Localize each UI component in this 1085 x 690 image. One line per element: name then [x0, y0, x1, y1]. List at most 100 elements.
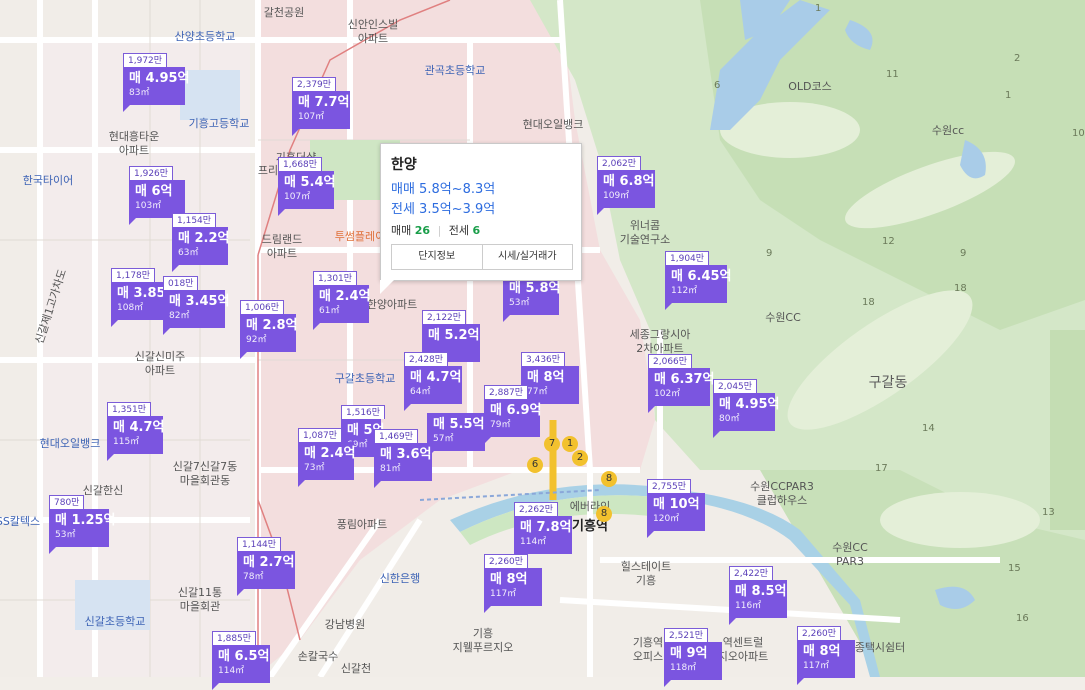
- place-label[interactable]: 아파트: [267, 247, 297, 260]
- place-label[interactable]: 구갈초등학교: [335, 372, 396, 385]
- place-label[interactable]: 한국타이어: [23, 174, 74, 187]
- price-marker[interactable]: 1,087만 매 2.4억 73㎡: [298, 428, 355, 487]
- place-label[interactable]: 한양아파트: [367, 298, 418, 311]
- place-label[interactable]: 마을회관동: [180, 474, 231, 487]
- sale-price-label: 매 8억: [803, 644, 841, 659]
- place-label[interactable]: 클럽하우스: [757, 494, 808, 507]
- place-label[interactable]: 역센트럴: [723, 636, 763, 649]
- price-marker[interactable]: 2,428만 매 4.7억 64㎡: [404, 352, 462, 411]
- place-label[interactable]: 현대흥타운: [109, 130, 160, 143]
- place-label[interactable]: PAR3: [836, 555, 864, 568]
- place-label[interactable]: OLD코스: [788, 80, 832, 93]
- place-label[interactable]: SS칼텍스: [0, 515, 40, 528]
- area-label: 79㎡: [490, 420, 511, 430]
- area-label: 81㎡: [380, 464, 401, 474]
- place-label[interactable]: 수원CC: [832, 541, 868, 554]
- place-label[interactable]: 기술연구소: [620, 233, 671, 246]
- price-marker[interactable]: 2,262만 매 7.8억 114㎡: [514, 502, 572, 561]
- place-label[interactable]: 신갈7신갈7동: [173, 460, 238, 473]
- subway-exit-marker[interactable]: 7: [544, 436, 560, 452]
- place-label[interactable]: 위너콤: [630, 219, 660, 232]
- place-label[interactable]: 오피스: [633, 650, 663, 663]
- place-label[interactable]: 신한은행: [380, 572, 420, 585]
- place-label[interactable]: 현대오일뱅크: [523, 118, 584, 131]
- place-label[interactable]: 수원CCPAR3: [750, 480, 814, 493]
- complex-info-button[interactable]: 단지정보: [392, 245, 482, 269]
- place-label[interactable]: 지오아파트: [718, 650, 769, 663]
- place-label[interactable]: 마을회관: [180, 600, 220, 613]
- place-label[interactable]: 갈천공원: [264, 6, 304, 19]
- place-label[interactable]: 프리: [258, 164, 278, 177]
- place-label[interactable]: 기흥: [473, 627, 493, 640]
- place-label[interactable]: 아파트: [119, 144, 149, 157]
- price-marker[interactable]: 2,260만 매 8억 117㎡: [484, 554, 542, 613]
- place-label[interactable]: 아파트: [145, 364, 175, 377]
- price-marker[interactable]: 1,154만 매 2.2억 63㎡: [172, 213, 229, 272]
- price-marker[interactable]: 2,887만 매 6.9억 79㎡: [484, 385, 541, 444]
- subway-exit-marker[interactable]: 8: [596, 506, 612, 522]
- place-label[interactable]: 기흥고등학교: [189, 117, 250, 130]
- price-marker[interactable]: 1,006만 매 2.8억 92㎡: [240, 300, 297, 359]
- place-label[interactable]: 강남병원: [325, 618, 365, 631]
- price-marker-body: 매 6.8억 109㎡: [597, 170, 655, 208]
- area-label: 117㎡: [490, 589, 517, 599]
- place-label[interactable]: 아파트: [358, 32, 388, 45]
- place-label[interactable]: 구갈동: [869, 376, 908, 390]
- price-marker[interactable]: 2,045만 매 4.95억 80㎡: [713, 379, 780, 438]
- subway-exit-marker[interactable]: 8: [601, 471, 617, 487]
- price-per-pyeong-label: 2,521만: [664, 628, 709, 642]
- place-label[interactable]: 투썸플레이: [335, 230, 386, 243]
- sale-price-label: 매 3.6억: [380, 447, 432, 462]
- price-marker[interactable]: 2,521만 매 9억 118㎡: [664, 628, 722, 687]
- price-marker[interactable]: 1,144만 매 2.7억 78㎡: [237, 537, 295, 596]
- place-label[interactable]: 관곡초등학교: [425, 64, 486, 77]
- place-label[interactable]: 세종그랑시아: [630, 328, 691, 341]
- price-marker[interactable]: 1,926만 매 6억 103㎡: [129, 166, 185, 225]
- price-history-button[interactable]: 시세/실거래가: [481, 245, 573, 269]
- place-label[interactable]: 종택시쉼터: [855, 641, 906, 654]
- place-label[interactable]: 지웰푸르지오: [453, 641, 514, 654]
- place-label[interactable]: 신갈신미주: [135, 350, 186, 363]
- price-marker[interactable]: 2,379만 매 7.7억 107㎡: [292, 77, 350, 136]
- price-marker[interactable]: 1,469만 매 3.6억 81㎡: [374, 429, 432, 488]
- place-label[interactable]: 신갈11통: [178, 586, 222, 599]
- price-marker-body: 매 8억 117㎡: [797, 640, 855, 678]
- place-label[interactable]: 수원cc: [932, 124, 964, 137]
- place-label[interactable]: 신갈천: [341, 662, 371, 675]
- place-label[interactable]: 풍림아파트: [337, 518, 388, 531]
- subway-exit-marker[interactable]: 2: [572, 450, 588, 466]
- sale-price-label: 매 8억: [527, 370, 565, 385]
- price-marker[interactable]: 2,062만 매 6.8억 109㎡: [597, 156, 655, 215]
- price-marker[interactable]: 1,351만 매 4.7억 115㎡: [107, 402, 164, 461]
- place-label[interactable]: 수원CC: [765, 311, 801, 324]
- complex-info-popup[interactable]: 한양 매매 5.8억~8.3억 전세 3.5억~3.9억 매매 26 | 전세 …: [380, 143, 582, 281]
- price-marker[interactable]: 1,904만 매 6.45억 112㎡: [665, 251, 732, 310]
- place-label[interactable]: 산양초등학교: [175, 30, 236, 43]
- place-label[interactable]: 현대오일뱅크: [40, 437, 101, 450]
- place-label[interactable]: 신갈초등학교: [85, 615, 146, 628]
- subway-exit-marker[interactable]: 1: [562, 436, 578, 452]
- price-marker[interactable]: 2,260만 매 8억 117㎡: [797, 626, 855, 685]
- price-marker[interactable]: 2,066만 매 6.37억 102㎡: [648, 354, 715, 413]
- price-marker[interactable]: 1,668만 매 5.4억 107㎡: [278, 157, 335, 216]
- price-marker[interactable]: 2,422만 매 8.5억 116㎡: [729, 566, 787, 625]
- price-marker[interactable]: 780만 매 1.25억 53㎡: [49, 495, 116, 554]
- place-label[interactable]: 손칼국수: [298, 650, 338, 663]
- price-marker-pointer: [729, 616, 738, 625]
- price-marker[interactable]: 1,972만 매 4.95억 83㎡: [123, 53, 190, 112]
- place-label[interactable]: 드림랜드: [262, 233, 302, 246]
- price-marker[interactable]: 018만 매 3.45억 82㎡: [163, 276, 230, 335]
- place-label[interactable]: 신안인스빌: [348, 18, 399, 31]
- subway-exit-marker[interactable]: 6: [527, 457, 543, 473]
- place-label[interactable]: 기흥역: [633, 636, 663, 649]
- price-per-pyeong-label: 018만: [163, 276, 199, 290]
- price-marker[interactable]: 1,301만 매 2.4억 61㎡: [313, 271, 370, 330]
- area-label: 53㎡: [55, 530, 76, 540]
- place-label[interactable]: 힐스테이트: [621, 560, 672, 573]
- price-marker[interactable]: 매 5.5억 57㎡: [427, 399, 485, 458]
- price-marker-pointer: [797, 676, 806, 685]
- place-label[interactable]: 기흥: [636, 574, 656, 587]
- price-marker[interactable]: 2,755만 매 10억 120㎡: [647, 479, 705, 538]
- area-label: 108㎡: [117, 303, 144, 313]
- price-marker[interactable]: 1,885만 매 6.5억 114㎡: [212, 631, 270, 690]
